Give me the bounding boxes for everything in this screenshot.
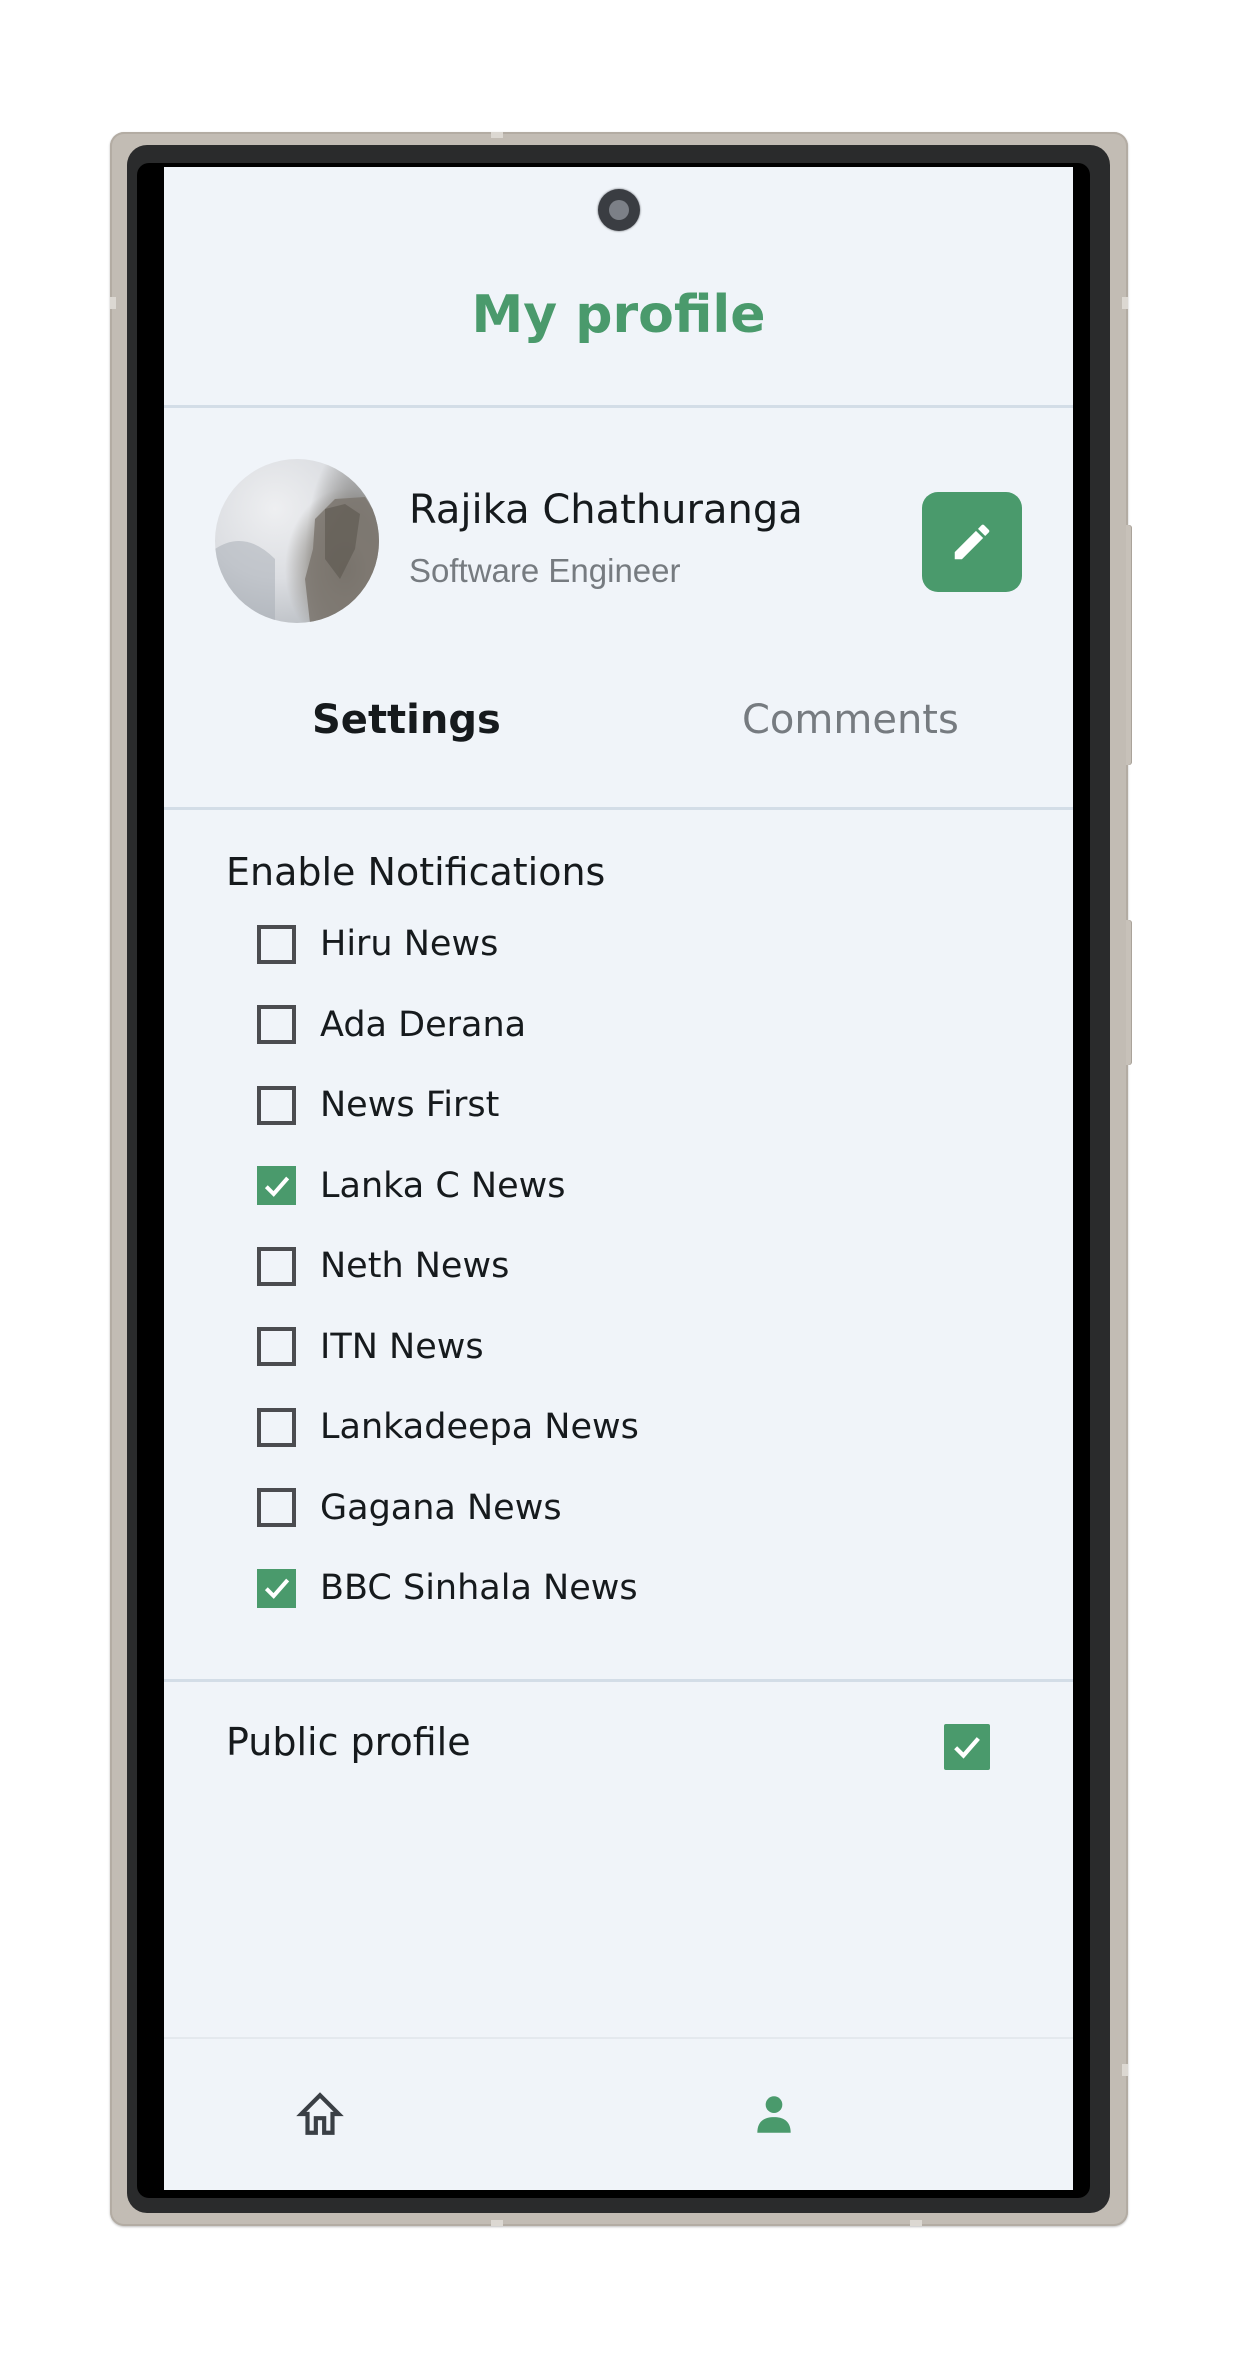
edit-profile-button[interactable] <box>922 492 1022 592</box>
profile-role: Software Engineer <box>409 552 681 589</box>
notification-option[interactable]: Ada Derana <box>257 1000 526 1050</box>
app-screen: My profile Rajika Chathuranga Software E… <box>164 167 1073 2190</box>
section-divider <box>164 1679 1073 1682</box>
notification-option[interactable]: News First <box>257 1080 499 1130</box>
frame-antenna-line <box>491 132 503 138</box>
frame-antenna-line <box>910 2220 922 2226</box>
front-camera <box>598 189 640 231</box>
notifications-heading: Enable Notifications <box>226 850 606 894</box>
frame-antenna-line <box>110 297 116 309</box>
notification-option-label: Lanka C News <box>320 1165 566 1206</box>
profile-photo-icon <box>215 497 379 623</box>
person-icon <box>757 2096 791 2133</box>
notification-option-label: ITN News <box>320 1326 484 1367</box>
nav-profile[interactable] <box>744 2084 804 2144</box>
public-profile-checkbox[interactable] <box>944 1724 990 1770</box>
checkbox-unchecked[interactable] <box>257 1085 296 1125</box>
notification-option-label: Neth News <box>320 1246 510 1286</box>
notification-option[interactable]: Hiru News <box>257 919 498 969</box>
notification-option[interactable]: Lankadeepa News <box>257 1402 639 1452</box>
checkbox-checked[interactable] <box>257 1568 296 1608</box>
notification-option[interactable]: Gagana News <box>257 1483 562 1533</box>
volume-button[interactable] <box>1126 525 1132 765</box>
header-divider <box>164 405 1073 408</box>
notification-option[interactable]: Lanka C News <box>257 1161 566 1211</box>
check-icon <box>954 1737 980 1759</box>
avatar <box>215 459 379 623</box>
pencil-icon <box>954 524 990 560</box>
frame-antenna-line <box>491 2220 503 2226</box>
check-icon <box>264 1176 289 1197</box>
notification-option-label: BBC Sinhala News <box>320 1568 638 1608</box>
frame-antenna-line <box>1122 297 1128 309</box>
notification-option-label: Lankadeepa News <box>320 1407 639 1447</box>
notification-option-label: Hiru News <box>320 924 499 964</box>
notification-option-label: News First <box>320 1085 500 1125</box>
checkbox-unchecked[interactable] <box>257 1407 296 1447</box>
checkbox-unchecked[interactable] <box>257 924 296 964</box>
checkbox-unchecked[interactable] <box>257 1488 296 1527</box>
checkbox-checked[interactable] <box>257 1166 296 1205</box>
checkbox-unchecked[interactable] <box>257 1005 296 1044</box>
tabs-divider <box>164 807 1073 810</box>
profile-name: Rajika Chathuranga <box>409 487 803 533</box>
power-button[interactable] <box>1126 920 1132 1065</box>
public-profile-label: Public profile <box>226 1720 471 1764</box>
tab-settings[interactable]: Settings <box>312 697 501 743</box>
checkbox-unchecked[interactable] <box>257 1246 296 1286</box>
home-icon <box>296 2092 344 2135</box>
notification-option-label: Ada Derana <box>320 1004 527 1045</box>
tab-comments[interactable]: Comments <box>742 697 959 743</box>
checkbox-unchecked[interactable] <box>257 1327 296 1366</box>
notification-option-label: Gagana News <box>320 1487 562 1528</box>
nav-home[interactable] <box>290 2084 350 2144</box>
check-icon <box>264 1578 289 1599</box>
notification-option[interactable]: ITN News <box>257 1322 484 1372</box>
notification-option[interactable]: Neth News <box>257 1241 509 1291</box>
notification-option[interactable]: BBC Sinhala News <box>257 1563 638 1613</box>
bottom-navigation <box>164 2037 1073 2190</box>
frame-antenna-line <box>1122 2064 1128 2076</box>
page-title: My profile <box>471 285 766 345</box>
